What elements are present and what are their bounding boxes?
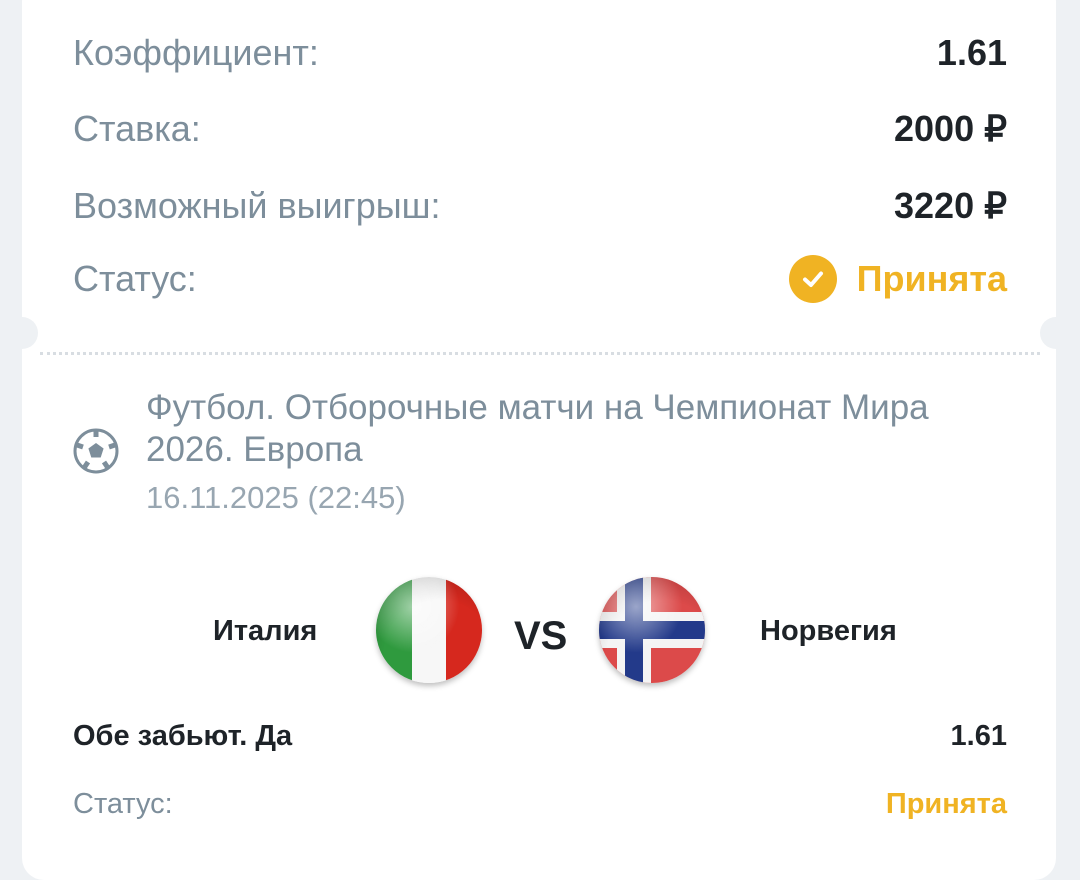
italy-flag-icon	[376, 577, 482, 683]
event-status-value: Принята	[885, 788, 1007, 820]
card-notch-right	[1040, 317, 1072, 349]
status-indicator: Принята	[788, 255, 1007, 303]
stake-label: Ставка:	[73, 108, 201, 149]
event-status-label: Статус:	[73, 788, 173, 820]
vs-label: VS	[514, 614, 568, 658]
dotted-divider	[40, 352, 1040, 355]
card-notch-left	[6, 317, 38, 349]
coefficient-value: 1.61	[936, 32, 1007, 73]
possible-win-value: 3220 ₽	[894, 185, 1007, 226]
event-datetime: 16.11.2025 (22:45)	[146, 480, 406, 515]
status-label: Статус:	[73, 258, 197, 299]
stake-row: Ставка: 2000 ₽	[73, 108, 1007, 150]
away-team-name: Норвегия	[760, 615, 897, 647]
norway-flag-icon	[599, 577, 705, 683]
home-team-name: Италия	[213, 615, 318, 647]
coefficient-label: Коэффициент:	[73, 32, 319, 73]
possible-win-label: Возможный выигрыш:	[73, 185, 441, 226]
possible-win-row: Возможный выигрыш: 3220 ₽	[73, 185, 1007, 227]
status-value: Принята	[856, 258, 1007, 299]
check-circle-icon	[788, 255, 837, 303]
stake-value: 2000 ₽	[894, 108, 1007, 149]
market-name: Обе забьют. Да	[73, 720, 293, 752]
league-title: Футбол. Отборочные матчи на Чемпионат Ми…	[146, 388, 929, 469]
soccer-ball-icon	[73, 428, 119, 474]
coefficient-row: Коэффициент: 1.61	[73, 32, 1007, 74]
status-row: Статус: Принята	[73, 255, 1007, 303]
market-odd: 1.61	[950, 720, 1007, 752]
